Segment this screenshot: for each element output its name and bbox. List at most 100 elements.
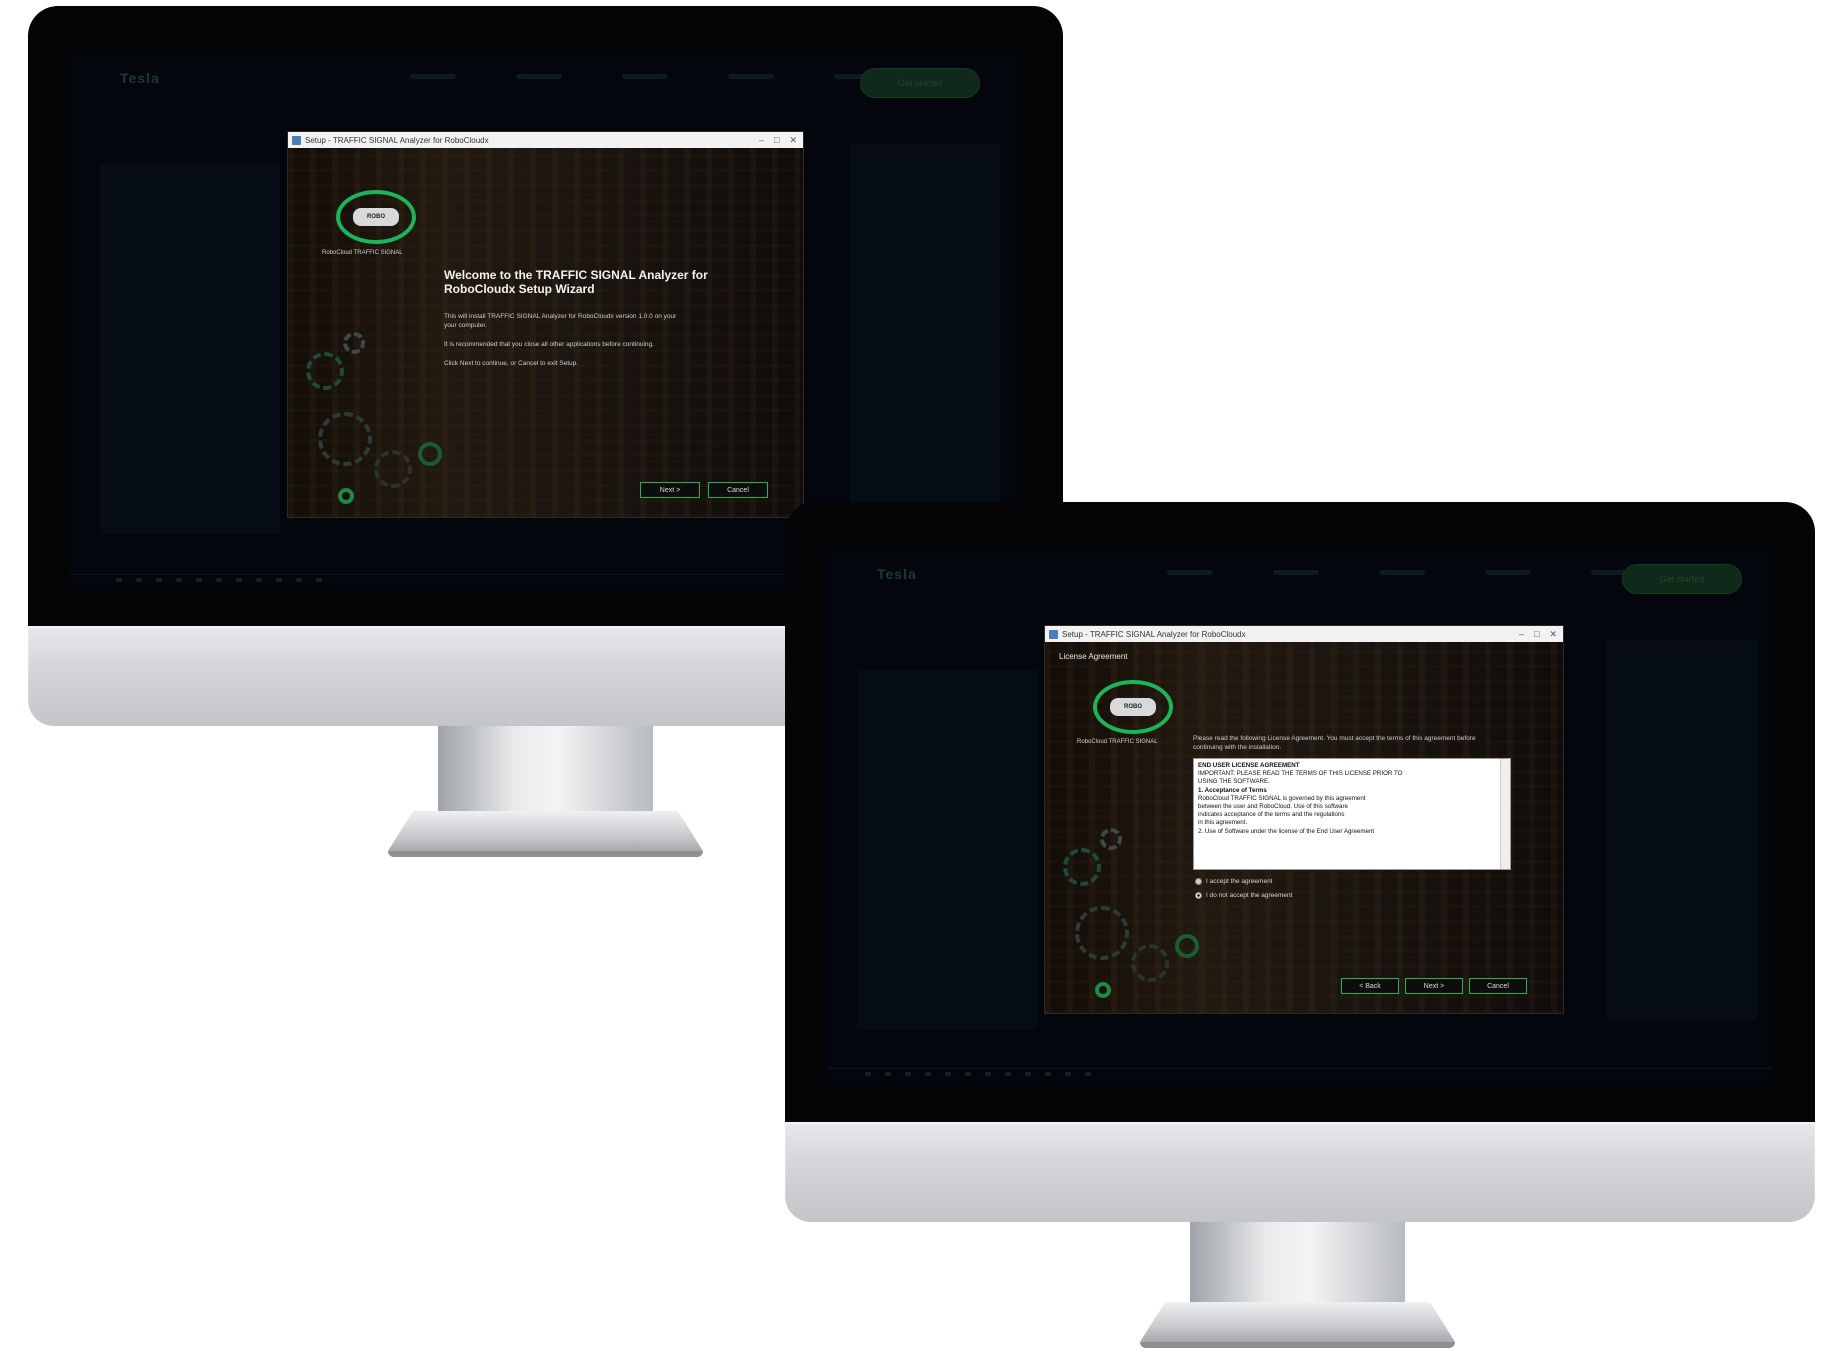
minimize-icon[interactable]: – bbox=[759, 135, 764, 146]
accept-radio[interactable] bbox=[1195, 878, 1202, 885]
dot[interactable] bbox=[1065, 1072, 1071, 1076]
license-line: RoboCloud TRAFFIC SIGNAL is governed by … bbox=[1198, 794, 1366, 802]
accept-radio-label[interactable]: I accept the agreement bbox=[1206, 878, 1273, 885]
dot[interactable] bbox=[1085, 1072, 1091, 1076]
dot[interactable] bbox=[1025, 1072, 1031, 1076]
maximize-icon[interactable]: □ bbox=[1534, 629, 1539, 640]
setup-app-icon bbox=[292, 135, 301, 145]
cancel-button[interactable]: Cancel bbox=[708, 482, 768, 498]
dot[interactable] bbox=[156, 578, 162, 582]
back-dialog-titlebar: Setup - TRAFFIC SIGNAL Analyzer for Robo… bbox=[288, 132, 803, 148]
license-line: USING THE SOFTWARE. bbox=[1198, 778, 1270, 786]
back-dialog-paragraph: It is recommended that you close all oth… bbox=[444, 341, 654, 348]
back-imac-stand-foot bbox=[388, 811, 703, 851]
gear-icon bbox=[318, 412, 372, 466]
front-site-menu bbox=[1167, 570, 1637, 575]
gear-icon bbox=[343, 332, 365, 354]
front-imac-stand-foot-edge bbox=[1140, 1342, 1455, 1348]
decline-radio[interactable] bbox=[1195, 892, 1202, 899]
window-controls: – □ ✕ bbox=[1519, 629, 1557, 640]
close-icon[interactable]: ✕ bbox=[1549, 629, 1557, 640]
back-logo-caption: RoboCloud TRAFFIC SIGNAL bbox=[322, 250, 403, 256]
back-site-cta-button[interactable]: Get started bbox=[860, 68, 980, 98]
dot[interactable] bbox=[236, 578, 242, 582]
dot[interactable] bbox=[1045, 1072, 1051, 1076]
front-site-logo[interactable]: Tesla bbox=[877, 566, 917, 582]
license-intro: Please read the following License Agreem… bbox=[1193, 735, 1476, 751]
dot[interactable] bbox=[196, 578, 202, 582]
back-imac-stand-neck bbox=[438, 726, 653, 816]
gear-icon bbox=[1063, 848, 1101, 886]
gear-icon bbox=[338, 488, 354, 504]
license-line: 1. Acceptance of Terms bbox=[1198, 786, 1267, 794]
dot[interactable] bbox=[316, 578, 322, 582]
front-dialog-titlebar: Setup - TRAFFIC SIGNAL Analyzer for Robo… bbox=[1045, 626, 1563, 642]
dot[interactable] bbox=[885, 1072, 891, 1076]
front-site-pagination bbox=[865, 1072, 1091, 1076]
dot[interactable] bbox=[985, 1072, 991, 1076]
back-dialog-logo: ROBO bbox=[336, 190, 416, 244]
front-dialog-title: Setup - TRAFFIC SIGNAL Analyzer for Robo… bbox=[1062, 629, 1246, 639]
back-imac-stand-foot-edge bbox=[388, 851, 703, 857]
cancel-button[interactable]: Cancel bbox=[1469, 978, 1527, 994]
back-site-nav: Tesla Get started bbox=[70, 54, 1020, 98]
back-site-right-panel bbox=[850, 144, 1000, 524]
dot[interactable] bbox=[945, 1072, 951, 1076]
gear-icon bbox=[1131, 944, 1169, 982]
back-dialog-heading: Welcome to the TRAFFIC SIGNAL Analyzer f… bbox=[444, 268, 708, 296]
dot[interactable] bbox=[116, 578, 122, 582]
maximize-icon[interactable]: □ bbox=[774, 135, 779, 146]
minimize-icon[interactable]: – bbox=[1519, 629, 1524, 640]
next-button[interactable]: Next > bbox=[640, 482, 700, 498]
back-dialog-paragraph: This will install TRAFFIC SIGNAL Analyze… bbox=[444, 313, 677, 320]
logo-wordmark: ROBO bbox=[353, 208, 399, 226]
front-imac-stand-foot bbox=[1140, 1302, 1455, 1342]
dot[interactable] bbox=[176, 578, 182, 582]
dot[interactable] bbox=[136, 578, 142, 582]
dot[interactable] bbox=[216, 578, 222, 582]
dot[interactable] bbox=[925, 1072, 931, 1076]
gear-icon bbox=[306, 352, 344, 390]
front-site-menu-item[interactable] bbox=[1485, 570, 1531, 575]
back-site-menu bbox=[410, 74, 880, 79]
license-text-box[interactable]: END USER LICENSE AGREEMENT IMPORTANT: PL… bbox=[1193, 758, 1511, 870]
front-logo-caption: RoboCloud TRAFFIC SIGNAL bbox=[1077, 739, 1158, 745]
dot[interactable] bbox=[1005, 1072, 1011, 1076]
back-site-menu-item[interactable] bbox=[516, 74, 562, 79]
decline-radio-label[interactable]: I do not accept the agreement bbox=[1206, 892, 1292, 899]
front-site-footer-line bbox=[827, 1068, 1772, 1069]
license-line: 2. Use of Software under the license of … bbox=[1198, 827, 1375, 835]
license-line: END USER LICENSE AGREEMENT bbox=[1198, 762, 1300, 769]
back-site-menu-item[interactable] bbox=[728, 74, 774, 79]
dot[interactable] bbox=[965, 1072, 971, 1076]
front-site-menu-item[interactable] bbox=[1167, 570, 1213, 575]
close-icon[interactable]: ✕ bbox=[789, 135, 797, 146]
dot[interactable] bbox=[865, 1072, 871, 1076]
gear-icon bbox=[374, 450, 412, 488]
gear-icon bbox=[1175, 934, 1199, 958]
dot[interactable] bbox=[256, 578, 262, 582]
dot[interactable] bbox=[296, 578, 302, 582]
front-dialog-logo: ROBO bbox=[1093, 680, 1173, 734]
accept-radio-row[interactable]: I accept the agreement bbox=[1195, 878, 1273, 885]
decline-radio-row[interactable]: I do not accept the agreement bbox=[1195, 892, 1292, 899]
back-site-menu-item[interactable] bbox=[410, 74, 456, 79]
front-site-cta-button[interactable]: Get started bbox=[1622, 564, 1742, 594]
back-button[interactable]: < Back bbox=[1341, 978, 1399, 994]
back-site-menu-item[interactable] bbox=[622, 74, 668, 79]
front-imac: Tesla Get started Setup - TRAFFIC SIGNAL… bbox=[785, 502, 1815, 1352]
back-site-logo[interactable]: Tesla bbox=[120, 70, 160, 86]
dot[interactable] bbox=[276, 578, 282, 582]
front-site-menu-item[interactable] bbox=[1273, 570, 1319, 575]
dot[interactable] bbox=[905, 1072, 911, 1076]
license-line: IMPORTANT: PLEASE READ THE TERMS OF THIS… bbox=[1198, 770, 1403, 778]
gear-icon bbox=[418, 442, 442, 466]
front-imac-chin bbox=[785, 1122, 1815, 1222]
license-line: in this agreement. bbox=[1198, 819, 1248, 827]
front-site-nav: Tesla Get started bbox=[827, 550, 1772, 594]
license-scrollbar[interactable] bbox=[1500, 759, 1510, 869]
license-section-label: License Agreement bbox=[1059, 652, 1128, 661]
back-site-pagination bbox=[116, 578, 322, 582]
front-site-menu-item[interactable] bbox=[1379, 570, 1425, 575]
next-button[interactable]: Next > bbox=[1405, 978, 1463, 994]
